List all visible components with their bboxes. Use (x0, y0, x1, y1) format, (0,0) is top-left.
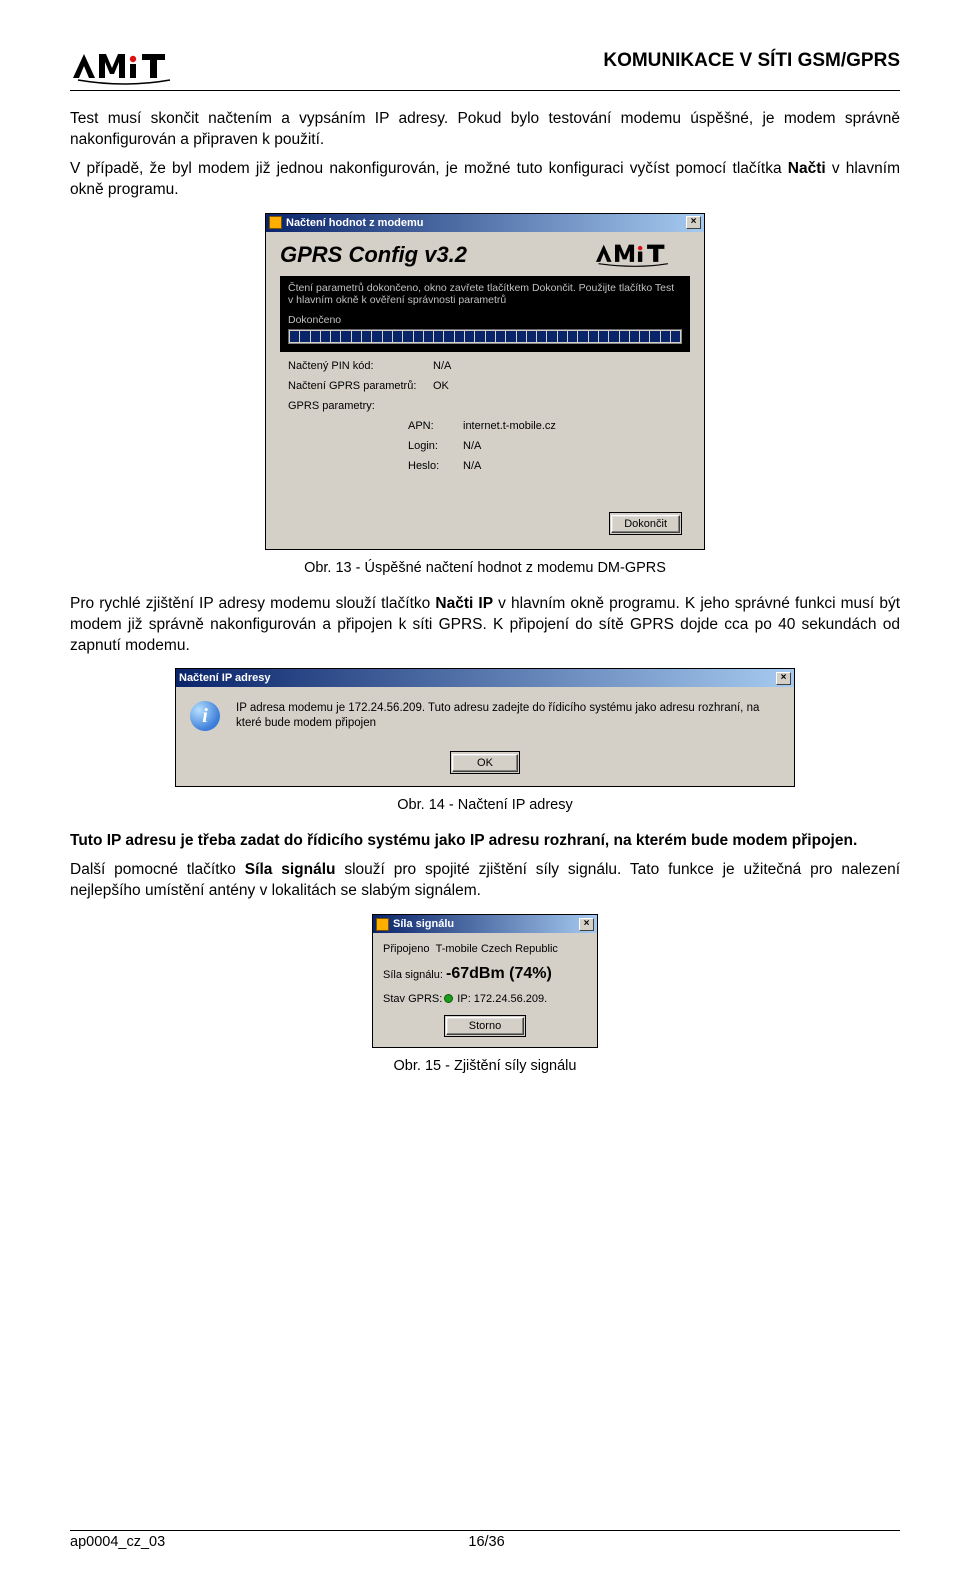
status-text: Čtení parametrů dokončeno, okno zavřete … (288, 282, 682, 306)
row-pin: Načtený PIN kód:N/A (280, 360, 690, 372)
caption-14: Obr. 14 - Načtení IP adresy (70, 797, 900, 813)
lbl: APN: (288, 420, 463, 432)
titlebar[interactable]: Síla signálu × (373, 915, 597, 933)
row-connected: Připojeno T-mobile Czech Republic (383, 943, 587, 955)
app-icon (376, 918, 389, 931)
figure-15: Síla signálu × Připojeno T-mobile Czech … (70, 914, 900, 1048)
val: N/A (433, 360, 451, 372)
info-icon: i (190, 701, 220, 731)
dialog-signal-strength: Síla signálu × Připojeno T-mobile Czech … (372, 914, 598, 1048)
paragraph-5: Další pomocné tlačítko Síla signálu slou… (70, 860, 900, 902)
storno-button[interactable]: Storno (446, 1017, 524, 1035)
lbl: Stav GPRS: (383, 993, 442, 1005)
caption-15: Obr. 15 - Zjištění síly signálu (70, 1058, 900, 1074)
row-login: Login:N/A (280, 440, 690, 452)
titlebar[interactable]: Načtení hodnot z modemu × (266, 214, 704, 232)
p3-bold: Načti IP (435, 595, 493, 612)
paragraph-3: Pro rychlé zjištění IP adresy modemu slo… (70, 594, 900, 657)
lbl: Heslo: (288, 460, 463, 472)
status-done: Dokončeno (288, 314, 682, 326)
ok-button[interactable]: OK (452, 754, 518, 772)
paragraph-2: V případě, že byl modem již jednou nakon… (70, 159, 900, 201)
signal-value: -67dBm (74%) (446, 965, 552, 982)
lbl: Připojeno (383, 943, 429, 955)
gprs-params-heading: GPRS parametry: (280, 392, 690, 412)
p2-text-a: V případě, že byl modem již jednou nakon… (70, 160, 788, 177)
dialog-gprs-config: Načtení hodnot z modemu × GPRS Config v3… (265, 213, 705, 550)
page-header: KOMUNIKACE V SÍTI GSM/GPRS (70, 50, 900, 91)
lbl: Načtení GPRS parametrů: (288, 380, 433, 392)
val: T-mobile Czech Republic (436, 943, 558, 955)
close-icon[interactable]: × (579, 918, 594, 931)
row-gprs-state: Stav GPRS: IP: 172.24.56.209. (383, 993, 587, 1005)
p5-bold: Síla signálu (245, 861, 336, 878)
gprs-config-heading: GPRS Config v3.2 (280, 242, 467, 268)
close-icon[interactable]: × (776, 672, 791, 685)
paragraph-4: Tuto IP adresu je třeba zadat do řídicíh… (70, 831, 900, 852)
dialog-ip-address: Načtení IP adresy × i IP adresa modemu j… (175, 668, 795, 787)
val: N/A (463, 440, 481, 452)
app-icon (269, 216, 282, 229)
caption-13: Obr. 13 - Úspěšné načtení hodnot z modem… (70, 560, 900, 576)
row-signal: Síla signálu: -67dBm (74%) (383, 965, 587, 983)
title-text: Síla signálu (393, 918, 579, 930)
page-footer: ap0004_cz_03 16/36 (70, 1530, 900, 1550)
row-gprs-read: Načtení GPRS parametrů:OK (280, 380, 690, 392)
title-text: Načtení IP adresy (179, 672, 776, 684)
titlebar[interactable]: Načtení IP adresy × (176, 669, 794, 687)
lbl: Síla signálu: (383, 969, 443, 981)
message-text: IP adresa modemu je 172.24.56.209. Tuto … (236, 701, 780, 731)
p3-text-a: Pro rychlé zjištění IP adresy modemu slo… (70, 595, 435, 612)
val: OK (433, 380, 449, 392)
row-apn: APN:internet.t-mobile.cz (280, 420, 690, 432)
paragraph-1: Test musí skončit načtením a vypsáním IP… (70, 109, 900, 151)
header-title: KOMUNIKACE V SÍTI GSM/GPRS (603, 50, 900, 72)
val: IP: 172.24.56.209. (457, 993, 547, 1005)
status-panel: Čtení parametrů dokončeno, okno zavřete … (280, 276, 690, 352)
progress-bar (288, 329, 682, 344)
val: N/A (463, 460, 481, 472)
dokoncit-button[interactable]: Dokončit (611, 515, 680, 533)
figure-13: Načtení hodnot z modemu × GPRS Config v3… (70, 213, 900, 550)
lbl: Login: (288, 440, 463, 452)
footer-doc-id: ap0004_cz_03 (70, 1534, 468, 1550)
row-heslo: Heslo:N/A (280, 460, 690, 472)
p5-text-a: Další pomocné tlačítko (70, 861, 245, 878)
close-icon[interactable]: × (686, 216, 701, 229)
lbl: Načtený PIN kód: (288, 360, 433, 372)
figure-14: Načtení IP adresy × i IP adresa modemu j… (70, 668, 900, 787)
p2-bold: Načti (788, 160, 826, 177)
footer-page-number: 16/36 (468, 1534, 504, 1550)
val: internet.t-mobile.cz (463, 420, 556, 432)
amit-logo (70, 50, 180, 88)
title-text: Načtení hodnot z modemu (286, 217, 686, 229)
status-dot-icon (444, 994, 453, 1003)
amit-logo-small (592, 242, 690, 268)
